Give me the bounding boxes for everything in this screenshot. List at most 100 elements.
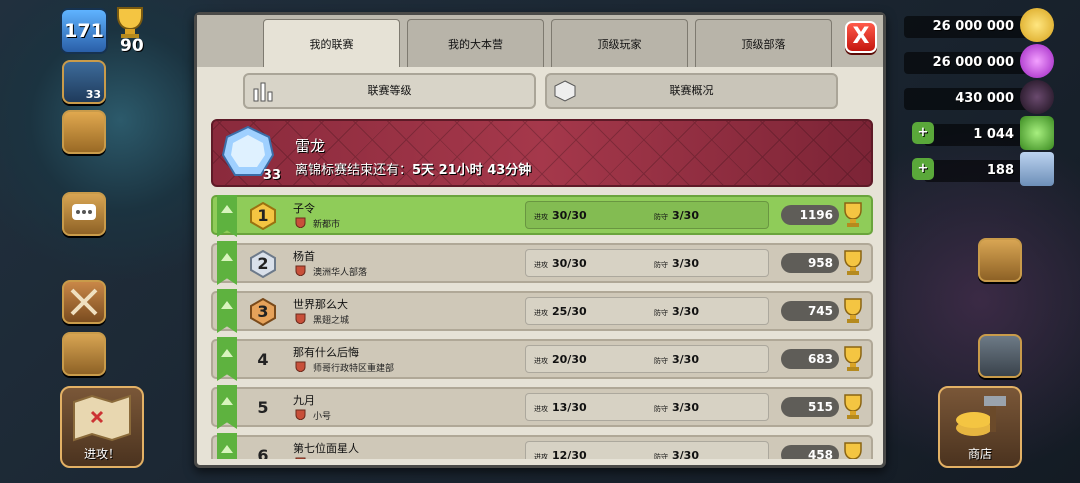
experience-level: 171	[64, 20, 104, 42]
clan-name: 师哥行政特区重建部	[313, 364, 395, 374]
player-name: 世界那么大	[293, 298, 348, 311]
score-value: 745	[781, 301, 839, 321]
promotion-flag-icon	[217, 195, 237, 237]
league-tiers-button[interactable]: 联赛等级	[243, 73, 536, 109]
attack-label: 进攻	[534, 309, 548, 317]
promotion-flag-icon	[217, 289, 237, 333]
defense-value: 3/30	[672, 353, 699, 366]
gold-bar: 26 000 000	[904, 8, 1054, 42]
trophy-score: 958	[781, 250, 865, 276]
trophy-score: 683	[781, 346, 865, 372]
league-overview-button[interactable]: 联赛概况	[545, 73, 838, 109]
bar-chart-icon	[253, 82, 273, 102]
clan-badge-icon	[295, 361, 306, 372]
tab-top-clans[interactable]: 顶级部落	[695, 19, 832, 67]
promotion-flag-icon	[217, 241, 237, 285]
defense-value: 3/30	[672, 449, 699, 459]
clan-badge-icon	[295, 313, 306, 324]
attack-value: 12/30	[552, 449, 587, 459]
defense-stat: 防守 3/30	[654, 209, 699, 222]
add-gems-button[interactable]: +	[912, 122, 934, 144]
defense-stat: 防守 3/30	[654, 305, 699, 318]
rank-number: 5	[257, 398, 269, 417]
shop-icon	[956, 396, 1006, 436]
dark-elixir-bar: 430 000	[904, 80, 1054, 114]
leaderboard-row[interactable]: 2 杨首 澳洲华人部落 进攻 30/30 防守 3/30 958	[211, 241, 873, 285]
attack-label: 进攻	[534, 261, 548, 269]
trophy-icon	[117, 7, 143, 38]
attack-value: 13/30	[552, 401, 587, 414]
attack-value: 30/30	[552, 209, 587, 222]
player-name: 九月	[293, 394, 315, 407]
rank-number: 2	[257, 254, 269, 273]
leaderboard-row[interactable]: 1 子令 新都市 进攻 30/30 防守 3/30 1196	[211, 195, 873, 237]
tournament-countdown: 离锦标赛结束还有：5天 21小时 43分钟	[295, 159, 531, 178]
dark-elixir-icon	[1020, 80, 1054, 114]
clan-name: 新都市	[313, 220, 341, 230]
score-value: 683	[781, 349, 839, 369]
player-name: 子令	[293, 202, 315, 215]
player-name: 那有什么后悔	[293, 346, 359, 359]
defense-value: 3/30	[672, 305, 699, 318]
attack-stat: 进攻 13/30	[534, 401, 587, 414]
gems-bar: +1 044	[912, 116, 1054, 150]
dark-elixir-amount: 430 000	[955, 91, 1014, 106]
leaderboard-row[interactable]: 4 那有什么后悔 师哥行政特区重建部 进攻 20/30 防守 3/30 683	[211, 337, 873, 381]
elixir-bar: 26 000 000	[904, 44, 1054, 78]
builder-base-button[interactable]: 33	[62, 60, 106, 104]
battle-log-button[interactable]	[62, 280, 106, 324]
leaderboard-row[interactable]: 6 第七位面星人 进攻 12/30 防守 3/30 458	[211, 433, 873, 459]
tab-my-league[interactable]: 我的联赛	[263, 19, 400, 67]
defense-label: 防守	[654, 261, 668, 269]
trophy-icon	[844, 442, 862, 459]
rank-medal: 1	[249, 202, 277, 230]
attack-defense-stats: 进攻 13/30 防守 3/30	[525, 393, 769, 421]
defense-label: 防守	[654, 213, 668, 221]
league-banner: 33 雷龙 离锦标赛结束还有：5天 21小时 43分钟	[211, 119, 873, 187]
attack-value: 30/30	[552, 257, 587, 270]
attack-value: 25/30	[552, 305, 587, 318]
defense-stat: 防守 3/30	[654, 353, 699, 366]
score-value: 958	[781, 253, 839, 273]
close-button[interactable]: X	[845, 21, 877, 53]
tab-top-players[interactable]: 顶级玩家	[551, 19, 688, 67]
defense-value: 3/30	[672, 209, 699, 222]
rank-number: 6	[257, 446, 269, 459]
promotion-flag-icon	[217, 385, 237, 429]
army-button[interactable]	[62, 332, 106, 376]
shop-label: 商店	[967, 447, 992, 461]
score-value: 1196	[781, 205, 839, 225]
trophy-score: 515	[781, 394, 865, 420]
promotion-flag-icon	[217, 433, 237, 459]
edit-layout-button[interactable]	[978, 334, 1022, 378]
leaderboard-list: 1 子令 新都市 进攻 30/30 防守 3/30 1196 2 杨首 澳洲华人部落…	[211, 195, 873, 459]
player-name: 第七位面星人	[293, 442, 359, 455]
attack-stat: 进攻 20/30	[534, 353, 587, 366]
rank-medal: 3	[249, 298, 277, 326]
league-tiers-label: 联赛等级	[367, 84, 412, 97]
defense-value: 3/30	[672, 257, 699, 270]
defense-label: 防守	[654, 405, 668, 413]
attack-label: 进攻	[534, 357, 548, 365]
attack-label: 进攻！	[83, 447, 120, 461]
leaderboard-row[interactable]: 5 九月 小号 进攻 13/30 防守 3/30 515	[211, 385, 873, 429]
countdown-value: 5天 21小时 43分钟	[412, 163, 532, 178]
clan-badge-icon	[295, 457, 306, 459]
tasks-button[interactable]	[62, 110, 106, 154]
chat-button[interactable]	[62, 192, 106, 236]
trophy-score: 1196	[781, 202, 865, 228]
add-resource-button[interactable]: +	[912, 158, 934, 180]
score-value: 458	[781, 445, 839, 459]
defense-label: 防守	[654, 309, 668, 317]
attack-button[interactable]: 进攻！	[60, 386, 144, 468]
tab-my-village[interactable]: 我的大本营	[407, 19, 544, 67]
attack-defense-stats: 进攻 20/30 防守 3/30	[525, 345, 769, 373]
attack-label: 进攻	[534, 453, 548, 459]
rank-medal: 2	[249, 250, 277, 278]
shop-button[interactable]: 商店	[938, 386, 1022, 468]
trophy-counter[interactable]: 90	[110, 6, 160, 56]
clan-games-button[interactable]	[978, 238, 1022, 282]
trophy-icon	[844, 346, 862, 371]
experience-level-badge[interactable]: 171	[60, 8, 108, 54]
leaderboard-row[interactable]: 3 世界那么大 黑翅之城 进攻 25/30 防守 3/30 745	[211, 289, 873, 333]
